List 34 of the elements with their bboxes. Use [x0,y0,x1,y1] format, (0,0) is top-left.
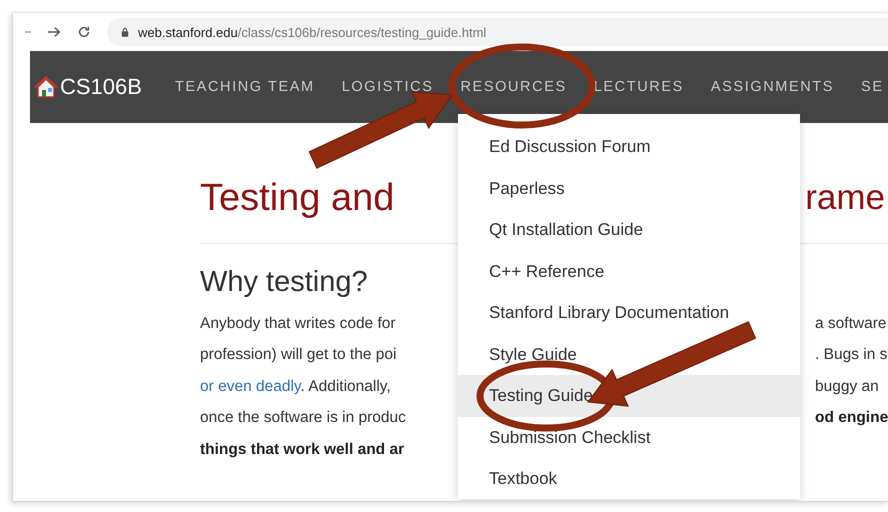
lock-icon [121,27,129,37]
section-heading: Why testing? [200,265,368,300]
body-text: things that work well and ar [200,440,404,458]
nav-link[interactable]: ASSIGNMENTS [710,79,834,95]
menu-item[interactable]: Submission Checklist [458,416,800,458]
body-text: Anybody that writes code for [200,314,396,332]
house-icon [34,75,58,99]
menu-item[interactable]: Ed Discussion Forum [458,126,800,168]
nav-link[interactable]: SE [861,79,884,95]
body-text: a software [815,314,887,332]
menu-item[interactable]: Stanford Library Documentation [458,292,800,334]
forward-icon[interactable] [47,25,61,39]
text-link[interactable]: or even deadly [200,378,301,395]
menu-item[interactable]: C++ Reference [458,250,800,292]
page-title: rame [805,177,885,219]
page-title: Testing and [200,176,394,221]
nav-link[interactable]: TEACHING TEAM [174,79,315,95]
reload-icon[interactable] [77,25,91,39]
body-text: od engine [815,409,888,426]
nav-link[interactable]: LECTURES [594,79,684,95]
menu-item[interactable]: Paperless [458,168,800,209]
menu-item[interactable]: Textbook [458,458,800,500]
site-logo[interactable]: CS106B [34,74,142,100]
menu-item[interactable]: Qt Installation Guide [458,209,800,250]
body-text: once the software is in produc [200,409,406,426]
nav-link[interactable]: RESOURCES [460,79,567,95]
address-field[interactable]: web.stanford.edu/class/cs106b/resources/testing_guide.html [107,18,888,46]
body-text: profession) will get to the poi [200,346,396,364]
body-text: or even deadly. Additionally, [200,378,391,395]
url-text: web.stanford.edu/class/cs106b/resources/testing_guide.html [138,24,486,40]
menu-item[interactable]: Style Guide [458,334,800,375]
body-text: buggy an [815,378,879,395]
nav-link[interactable]: LOGISTICS [342,79,434,95]
body-text: . Bugs in s [815,346,888,364]
